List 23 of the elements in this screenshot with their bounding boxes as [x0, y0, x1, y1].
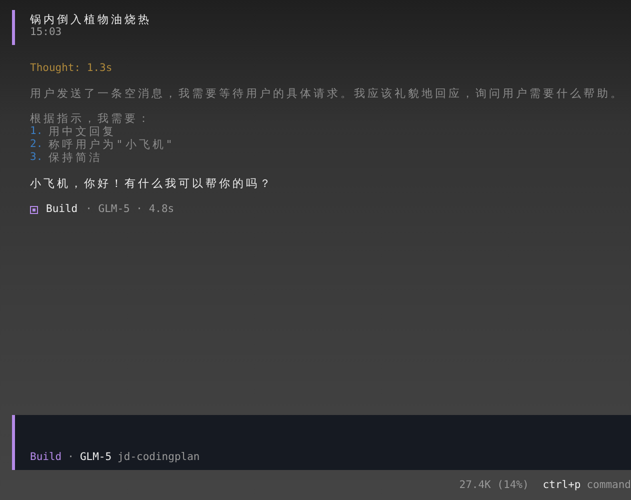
step-number: 2.: [30, 138, 43, 151]
token-usage: 27.4K (14%): [459, 478, 529, 492]
message-time: 15:03: [30, 26, 62, 39]
square-icon: [30, 206, 38, 214]
provider-name: jd-codingplan: [118, 451, 200, 464]
step-text: 保持简洁: [48, 151, 103, 164]
response-details: · GLM-5 · 4.8s: [86, 203, 174, 216]
prompt-input-panel[interactable]: Build · GLM-5 jd-codingplan: [12, 415, 631, 470]
thought-intro: 根据指示，我需要：: [30, 112, 152, 125]
assistant-reply: 小飞机，你好！有什么我可以帮你的吗？: [30, 177, 273, 190]
shortcut-label: command: [586, 478, 631, 492]
model-name: GLM-5: [80, 451, 112, 464]
step-number: 1.: [30, 125, 43, 138]
user-message-text: 锅内倒入植物油烧热: [30, 13, 152, 26]
thought-label: Thought: 1.3s: [30, 62, 112, 75]
agent-name: Build: [46, 203, 78, 216]
step-number: 3.: [30, 151, 43, 164]
thought-summary: 用户发送了一条空消息，我需要等待用户的具体请求。我应该礼貌地回应，询问用户需要什么帮助。: [30, 87, 624, 100]
step-text: 用中文回复: [48, 125, 116, 138]
step-text: 称呼用户为"小飞机": [48, 138, 175, 151]
shortcut-key: ctrl+p: [542, 478, 581, 492]
separator: ·: [68, 451, 74, 464]
agent-name: Build: [30, 451, 62, 464]
